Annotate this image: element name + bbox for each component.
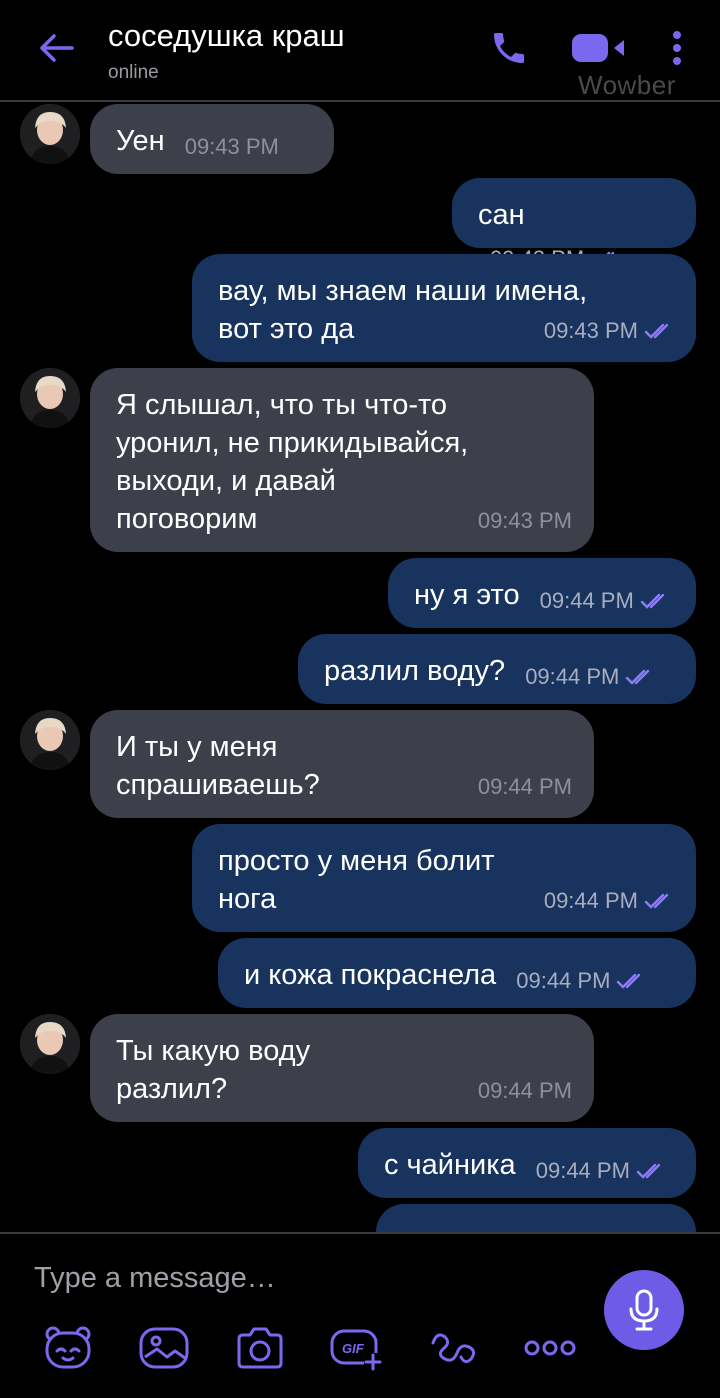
call-button[interactable] [484,26,534,70]
message-time: 09:44 PM [477,1078,572,1103]
message-list[interactable]: Уен 09:43 PM сан 09:43 PM вау, мы знаем … [0,104,720,1232]
outgoing-message[interactable]: вау, мы знаем наши имена, вот это да 09:… [192,254,696,362]
image-icon [139,1327,189,1369]
outgoing-message[interactable]: разлил воду? 09:44 PM [298,634,696,704]
outgoing-message[interactable]: с чайника 09:44 PM [358,1128,696,1198]
message-text: сан [478,199,525,231]
back-button[interactable] [34,28,78,68]
gif-button[interactable]: GIF [326,1324,386,1372]
message-text: и кожа покраснела [244,959,497,991]
message-meta: 09:44 PM [536,1152,666,1190]
double-check-icon [640,593,665,609]
outgoing-message[interactable]: просто у меня болит нога 09:44 PM [192,824,696,932]
contact-name[interactable]: соседушка краш [108,18,345,54]
double-check-icon [626,669,650,685]
incoming-message[interactable]: Я слышал, что ты что-то уронил, не прики… [90,368,594,552]
composer: GIF [0,1232,720,1398]
outgoing-message[interactable]: ну я это 09:44 PM [388,558,696,628]
contact-status: online [108,62,159,83]
message-input[interactable] [34,1256,574,1300]
double-check-icon [617,973,641,989]
avatar-image [20,710,80,770]
arrow-left-icon [40,34,74,62]
avatar-image [20,368,80,428]
svg-text:GIF: GIF [342,1341,365,1356]
more-icon [524,1340,576,1356]
message-meta: 09:44 PM [516,962,646,1000]
message-time: 09:44 PM [539,588,634,613]
gallery-button[interactable] [134,1324,194,1372]
microphone-icon [629,1289,659,1331]
outgoing-message[interactable]: сан 09:43 PM [452,178,696,271]
message-meta: 09:43 PM [544,312,674,350]
message-text: с чайника [384,1149,516,1181]
voice-message-button[interactable] [604,1270,684,1350]
contact-avatar[interactable] [20,710,80,770]
video-camera-icon [572,34,624,62]
phone-icon [494,33,524,63]
contact-avatar[interactable] [20,104,80,164]
doodle-icon [431,1333,476,1364]
incoming-message[interactable]: И ты у меня спрашиваешь? 09:44 PM [90,710,594,818]
watermark: Wowber [578,70,676,100]
message-meta: 09:44 PM [540,582,670,620]
double-check-icon [636,1163,661,1179]
doodle-button[interactable] [424,1324,484,1372]
sticker-button[interactable] [38,1324,98,1372]
incoming-message[interactable]: Ты какую воду разлил? 09:44 PM [90,1014,594,1122]
camera-icon [237,1327,283,1369]
message-meta: 09:44 PM [478,768,572,806]
message-meta: 09:43 PM [185,128,279,166]
message-meta: 09:44 PM [544,882,674,920]
more-options-button[interactable] [520,1324,580,1372]
avatar-image [20,104,80,164]
sticker-icon [45,1326,91,1369]
outgoing-message-partial[interactable] [376,1204,696,1232]
message-meta: 09:43 PM [478,502,572,540]
more-vertical-icon [673,31,681,65]
message-time: 09:44 PM [525,664,620,689]
message-meta: 09:44 PM [525,658,655,696]
avatar-image [20,1014,80,1074]
overflow-menu-button[interactable] [660,28,694,68]
message-time: 09:44 PM [543,888,638,913]
camera-button[interactable] [230,1324,290,1372]
video-call-button[interactable] [568,28,630,68]
message-text: разлил воду? [324,655,506,687]
message-time: 09:44 PM [535,1158,630,1183]
chat-header: соседушка краш online Wowber [0,0,720,102]
message-time: 09:44 PM [516,968,611,993]
double-check-icon [644,893,669,909]
message-time: 09:43 PM [184,134,279,159]
outgoing-message[interactable]: и кожа покраснела 09:44 PM [218,938,696,1008]
double-check-icon [644,323,669,339]
contact-avatar[interactable] [20,368,80,428]
message-time: 09:43 PM [477,508,572,533]
message-text: ну я это [414,579,520,611]
gif-icon: GIF [330,1329,382,1371]
message-time: 09:43 PM [543,318,638,343]
incoming-message[interactable]: Уен 09:43 PM [90,104,334,174]
message-time: 09:44 PM [477,774,572,799]
message-text: Уен [116,125,165,157]
contact-avatar[interactable] [20,1014,80,1074]
message-meta: 09:44 PM [478,1072,572,1110]
